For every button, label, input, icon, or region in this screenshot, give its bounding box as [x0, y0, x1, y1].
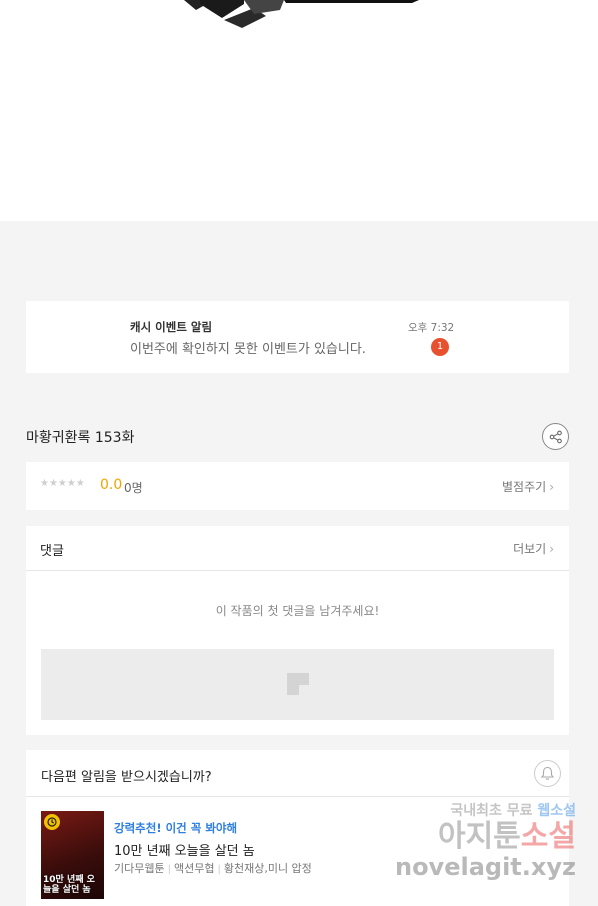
clock-icon — [44, 814, 60, 830]
notification-time: 오후 7:32 — [408, 322, 455, 334]
ad-placeholder[interactable] — [41, 649, 554, 720]
recommendation-label: 강력추천! 이건 꼭 봐야해 — [114, 821, 238, 835]
bell-icon — [540, 766, 555, 780]
recommendation-title[interactable]: 10만 년째 오늘을 살던 놈 — [114, 840, 255, 859]
thumbnail-title-art: 10만 년째 오늘을 살던 놈 — [43, 875, 95, 895]
rating-score: 0.0 — [100, 477, 123, 493]
rating-stars: ★★★★★ — [40, 478, 85, 489]
bell-button[interactable] — [534, 760, 561, 787]
tag: 기다무웹툰 — [114, 862, 165, 875]
tag: 황천재상,미니 압정 — [223, 862, 312, 875]
next-episode-alert-question: 다음편 알림을 받으시겠습니까? — [41, 770, 212, 785]
watermark-line1: 국내최초 무료 웹소설 — [450, 803, 576, 819]
comic-panel-fragment — [184, 0, 419, 28]
notification-title: 캐시 이벤트 알림 — [130, 320, 213, 334]
share-icon — [549, 430, 562, 443]
notification-message: 이번주에 확인하지 못한 이벤트가 있습니다. — [130, 342, 366, 357]
chevron-right-icon: › — [549, 542, 554, 556]
comments-empty-message: 이 작품의 첫 댓글을 남겨주세요! — [215, 604, 380, 618]
cash-event-notification[interactable]: 캐시 이벤트 알림 이번주에 확인하지 못한 이벤트가 있습니다. 오후 7:3… — [26, 301, 569, 373]
watermark-line2: 아지툰소설 — [437, 819, 576, 854]
tag-separator: | — [167, 864, 171, 875]
chevron-right-icon: › — [549, 480, 554, 494]
comments-more-button[interactable]: 더보기 › — [513, 540, 554, 557]
tag-separator: | — [217, 864, 221, 875]
recommendation-thumbnail[interactable]: 10만 년째 오늘을 살던 놈 — [41, 811, 104, 899]
divider — [26, 796, 569, 797]
rate-button-label: 별점주기 — [502, 480, 547, 494]
rate-button[interactable]: 별점주기 › — [502, 478, 554, 495]
rating-card: ★★★★★ 0.0 0명 별점주기 › — [26, 462, 569, 510]
tag: 액션무협 — [173, 862, 215, 875]
content-image-area — [0, 0, 598, 221]
recommendation-tags: 기다무웹툰 | 액션무협 | 황천재상,미니 압정 — [114, 860, 312, 876]
comments-title: 댓글 — [40, 544, 64, 559]
comments-card: 댓글 더보기 › 이 작품의 첫 댓글을 남겨주세요! — [26, 526, 569, 735]
watermark: 국내최초 무료 웹소설 아지툰소설 novelagit.xyz — [395, 800, 576, 880]
comments-more-label: 더보기 — [513, 542, 547, 556]
image-placeholder-icon — [287, 673, 309, 695]
divider — [26, 570, 569, 571]
rating-count: 0명 — [124, 481, 143, 495]
share-button[interactable] — [542, 423, 569, 450]
watermark-line3: novelagit.xyz — [394, 853, 576, 881]
notification-badge: 1 — [431, 338, 449, 356]
episode-title: 마황귀환록 153화 — [26, 430, 135, 446]
